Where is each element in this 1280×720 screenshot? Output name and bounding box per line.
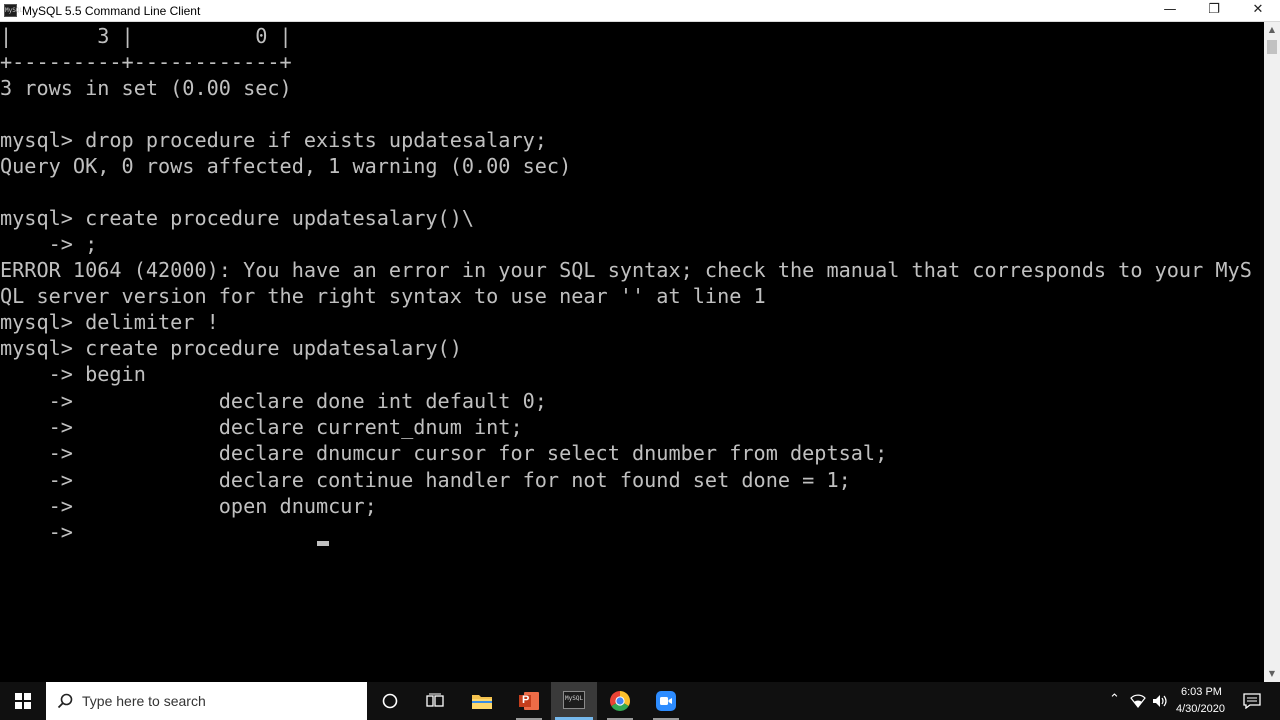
tray-chevron-icon[interactable]: ⌃ [1109, 692, 1120, 707]
restore-icon: ❐ [1208, 2, 1220, 17]
wifi-icon[interactable] [1130, 694, 1146, 708]
console-output[interactable]: | 3 | 0 | +---------+------------+ 3 row… [0, 22, 1264, 682]
zoom-button[interactable] [643, 682, 689, 720]
console-line: +---------+------------+ [0, 50, 292, 74]
powerpoint-letter: P [522, 694, 530, 706]
clock-date: 4/30/2020 [1176, 703, 1225, 715]
windows-logo-icon [15, 693, 31, 709]
console-line: -> open dnumcur; [0, 494, 377, 518]
app-icon-label: MySQL [5, 7, 24, 14]
scroll-down-icon[interactable]: ▼ [1264, 666, 1280, 682]
console-line: mysql> create procedure updatesalary() [0, 336, 462, 360]
chrome-button[interactable] [597, 682, 643, 720]
console-line: -> declare continue handler for not foun… [0, 468, 851, 492]
console-line: | 3 | 0 | [0, 24, 292, 48]
console-line: mysql> create procedure updatesalary()\ [0, 206, 475, 230]
taskbar: Type here to search P MySQL ⌃ 6:03 PM 4/… [0, 682, 1280, 720]
file-explorer-button[interactable] [459, 682, 505, 720]
task-view-button[interactable] [412, 682, 458, 720]
console-line: ERROR 1064 (42000): You have an error in… [0, 258, 1252, 282]
console-line: -> declare done int default 0; [0, 389, 547, 413]
title-bar: MySQL MySQL 5.5 Command Line Client — ❐ … [0, 0, 1280, 22]
console-line: -> declare current_dnum int; [0, 415, 523, 439]
notification-icon[interactable] [1243, 693, 1261, 709]
mysql-console-taskbar-button[interactable]: MySQL [551, 682, 597, 720]
console-line: Query OK, 0 rows affected, 1 warning (0.… [0, 154, 572, 178]
close-icon: ✕ [1252, 2, 1264, 17]
zoom-icon [656, 691, 676, 711]
search-placeholder: Type here to search [82, 693, 206, 709]
vertical-scrollbar[interactable]: ▲ ▼ [1264, 22, 1280, 682]
chrome-icon [610, 691, 630, 711]
scroll-up-icon[interactable]: ▲ [1264, 22, 1280, 38]
minimize-button[interactable]: — [1148, 0, 1192, 22]
mysql-app-icon: MySQL [4, 4, 23, 17]
task-view-icon [426, 693, 444, 707]
start-button[interactable] [0, 682, 46, 720]
window-title: MySQL 5.5 Command Line Client [22, 4, 201, 18]
cortana-icon [382, 693, 398, 709]
close-button[interactable]: ✕ [1236, 0, 1280, 22]
console-line: -> begin [0, 362, 146, 386]
console-line: mysql> drop procedure if exists updatesa… [0, 128, 547, 152]
console-line: -> declare dnumcur cursor for select dnu… [0, 441, 888, 465]
minimize-icon: — [1163, 2, 1177, 17]
clock-time: 6:03 PM [1181, 686, 1222, 698]
mysql-icon-label: MySQL [565, 695, 584, 702]
volume-icon[interactable] [1152, 694, 1168, 708]
folder-icon [472, 695, 492, 709]
powerpoint-button[interactable]: P [506, 682, 552, 720]
console-line: 3 rows in set (0.00 sec) [0, 76, 292, 100]
mysql-console-icon: MySQL [563, 691, 585, 709]
search-icon [57, 693, 73, 709]
cortana-button[interactable] [367, 682, 413, 720]
text-cursor [317, 541, 329, 546]
console-line: QL server version for the right syntax t… [0, 284, 766, 308]
console-line: -> [0, 520, 73, 544]
restore-button[interactable]: ❐ [1192, 0, 1236, 22]
console-line: -> ; [0, 232, 98, 256]
search-box[interactable]: Type here to search [46, 682, 367, 720]
console-line: mysql> delimiter ! [0, 310, 219, 334]
scroll-thumb[interactable] [1267, 40, 1277, 54]
